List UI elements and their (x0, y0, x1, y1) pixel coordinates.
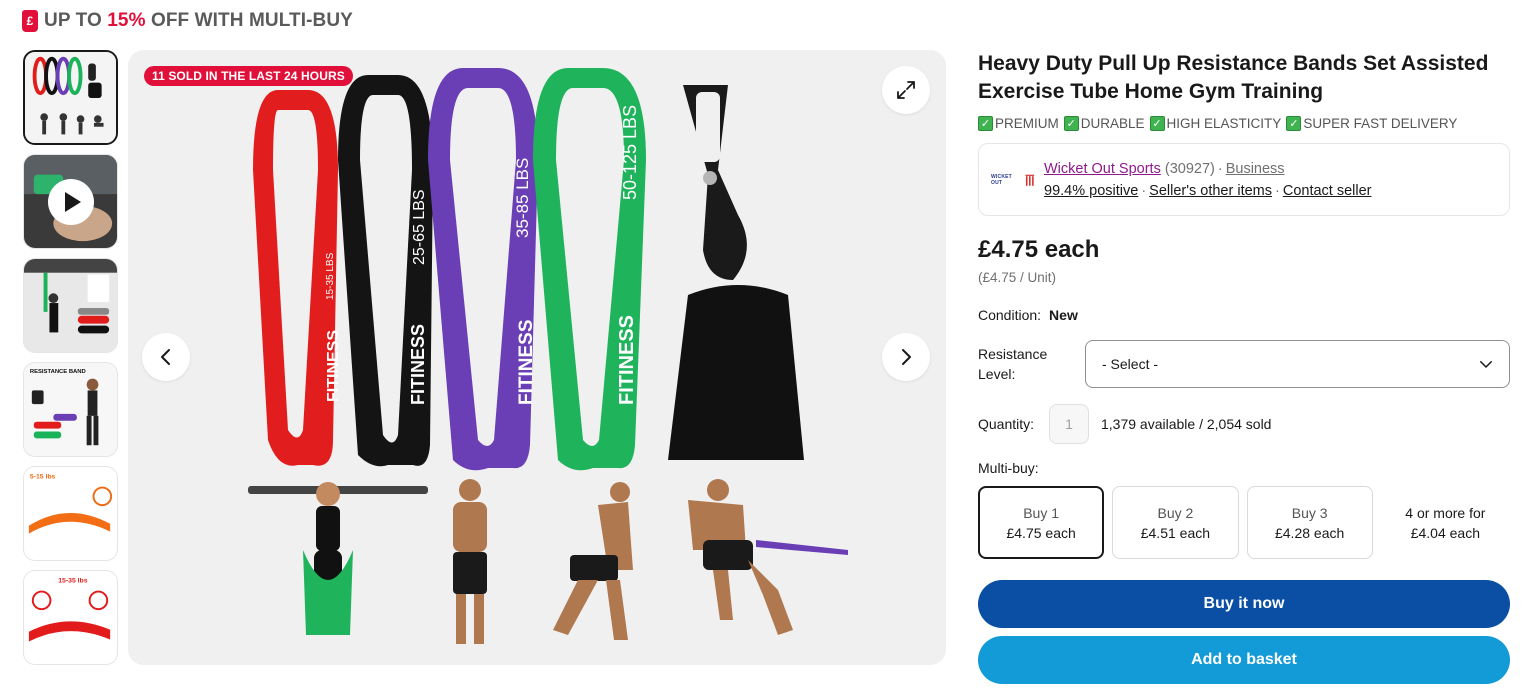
band-brand-purple: FITINESS (516, 319, 537, 405)
promo-percent: 15% (107, 10, 146, 31)
seller-positive-link[interactable]: 99.4% positive (1044, 183, 1138, 199)
promo-suffix: OFF WITH MULTI-BUY (145, 10, 353, 31)
feature-list: ✓ PREMIUM ✓ DURABLE ✓ HIGH ELASTICITY ✓ SUPE… (978, 116, 1510, 131)
quantity-label: Quantity: (978, 416, 1035, 432)
thumbnail-red-band[interactable]: 15-35 lbs (23, 570, 118, 665)
band-label-green: 50-125 LBS (620, 105, 640, 200)
seller-logo-text: WICKET OUT (991, 173, 1012, 186)
thumbnail-woman-exercising[interactable]: RESISTANCE BAND (23, 362, 118, 457)
thumb-label-resistance-band: RESISTANCE BAND (30, 369, 86, 375)
chevron-down-icon (1480, 361, 1492, 368)
multibuy-tier-price: £4.51 each (1140, 524, 1211, 541)
multibuy-more-label: 4 or more for (1405, 504, 1486, 521)
buy-it-now-button[interactable]: Buy it now (978, 580, 1510, 628)
check-icon: ✓ (1063, 116, 1079, 131)
condition-value: New (1049, 307, 1078, 323)
check-icon: ✓ (978, 116, 993, 131)
feature-label: PREMIUM (995, 116, 1059, 131)
band-brand-green: FITINESS (616, 315, 638, 405)
thumbnail-strip: RESISTANCE BAND 5-15 lbs 15-35 lbs (23, 50, 119, 674)
multibuy-tier-price: £4.28 each (1274, 524, 1345, 541)
feature-item: ✓ PREMIUM (978, 116, 1059, 131)
expand-image-button[interactable] (882, 66, 930, 114)
seller-info: Wicket Out Sports (30927) · Business 99.4%… (1044, 158, 1372, 202)
thumbnail-door-anchor[interactable] (23, 258, 118, 353)
thumb-label-15-35: 15-35 lbs (58, 578, 87, 585)
resistance-level-label: Resistance Level: (978, 346, 1048, 382)
thumbnail-video[interactable] (23, 154, 118, 249)
product-details: Heavy Duty Pull Up Resistance Bands Set … (978, 50, 1510, 684)
price-tag-icon: £ (22, 10, 38, 32)
resistance-level-value: - Select - (1102, 356, 1159, 372)
multibuy-option-4-or-more: 4 or more for £4.04 each (1381, 486, 1510, 559)
multibuy-tier-label: Buy 2 (1157, 504, 1194, 521)
band-brand-red: FITINESS (325, 330, 342, 402)
chevron-right-icon (902, 349, 911, 365)
product-title: Heavy Duty Pull Up Resistance Bands Set … (978, 52, 1489, 103)
resistance-level-select[interactable]: - Select - (1085, 340, 1510, 388)
multibuy-option-buy-3[interactable]: Buy 3 £4.28 each (1246, 486, 1373, 559)
multibuy-tier-label: Buy 1 (1023, 504, 1060, 521)
promo-text: UP TO 15% OFF WITH MULTI-BUY (44, 10, 353, 32)
expand-icon (897, 81, 915, 99)
feature-item: ✓ DURABLE (1063, 116, 1145, 131)
feature-item: ✓ HIGH ELASTICITY (1149, 116, 1282, 131)
feature-label: SUPER FAST DELIVERY (1303, 116, 1458, 131)
feature-item: ✓ SUPER FAST DELIVERY (1286, 116, 1457, 131)
thumbnail-bands-set[interactable] (23, 50, 118, 145)
separator-dot: · (1217, 160, 1223, 177)
product-photo: 15-35 LBS 25-65 LBS 35-85 LBS 50-125 LBS… (128, 50, 946, 665)
band-label-red: 15-35 LBS (325, 252, 336, 300)
seller-feedback-count: (30927) (1164, 160, 1215, 177)
seller-type-link[interactable]: Business (1226, 161, 1285, 177)
feature-label: DURABLE (1080, 116, 1145, 131)
check-icon: ✓ (1149, 116, 1165, 131)
quantity-row: Quantity: 1 1,379 available / 2,054 sold (978, 404, 1510, 444)
play-icon (47, 178, 94, 225)
thumb-label-5-15: 5-15 lbs (30, 474, 56, 481)
seller-other-items-link[interactable]: Seller's other items (1149, 183, 1272, 199)
multibuy-options: Buy 1 £4.75 each Buy 2 £4.51 each Buy 3 … (978, 486, 1510, 559)
quantity-input[interactable]: 1 (1049, 404, 1089, 444)
multibuy-option-buy-1[interactable]: Buy 1 £4.75 each (978, 486, 1105, 559)
separator-dot: · (1141, 182, 1147, 199)
add-to-basket-button[interactable]: Add to basket (978, 636, 1510, 684)
thumbnail-orange-band[interactable]: 5-15 lbs (23, 466, 118, 561)
seller-card: WICKET OUT Wicket Out Sports (30927) · Bus… (978, 143, 1510, 216)
seller-logo[interactable]: WICKET OUT (991, 165, 1035, 195)
promo-prefix: UP TO (44, 10, 108, 31)
feature-label: HIGH ELASTICITY (1166, 116, 1282, 131)
resistance-level-row: Resistance Level: - Select - (978, 340, 1510, 388)
promo-banner: £ UP TO 15% OFF WITH MULTI-BUY (0, 0, 1531, 42)
sold-count-badge: 11 SOLD IN THE LAST 24 HOURS (144, 66, 353, 86)
multibuy-label: Multi-buy: (978, 460, 1039, 476)
contact-seller-link[interactable]: Contact seller (1283, 183, 1372, 199)
multibuy-tier-price: £4.75 each (1006, 524, 1076, 541)
band-label-purple: 35-85 LBS (513, 158, 532, 238)
price: £4.75 each (978, 236, 1100, 263)
band-brand-black: FITINESS (408, 324, 428, 405)
chevron-left-icon (161, 349, 170, 365)
seller-name-link[interactable]: Wicket Out Sports (1044, 161, 1161, 177)
unit-price: (£4.75 / Unit) (978, 270, 1057, 285)
next-image-button[interactable] (882, 333, 930, 381)
multibuy-more-price: £4.04 each (1410, 524, 1481, 541)
availability-text: 1,379 available / 2,054 sold (1101, 416, 1272, 432)
previous-image-button[interactable] (142, 333, 190, 381)
multibuy-option-buy-2[interactable]: Buy 2 £4.51 each (1112, 486, 1239, 559)
band-label-black: 25-65 LBS (411, 189, 428, 265)
condition-label: Condition: (978, 307, 1042, 323)
multibuy-tier-label: Buy 3 (1291, 504, 1328, 521)
check-icon: ✓ (1286, 116, 1302, 131)
main-product-image[interactable]: 15-35 LBS 25-65 LBS 35-85 LBS 50-125 LBS… (128, 50, 946, 665)
condition-row: Condition: New (978, 307, 1510, 323)
separator-dot: · (1275, 182, 1280, 199)
cricket-stumps-icon (1025, 174, 1035, 186)
